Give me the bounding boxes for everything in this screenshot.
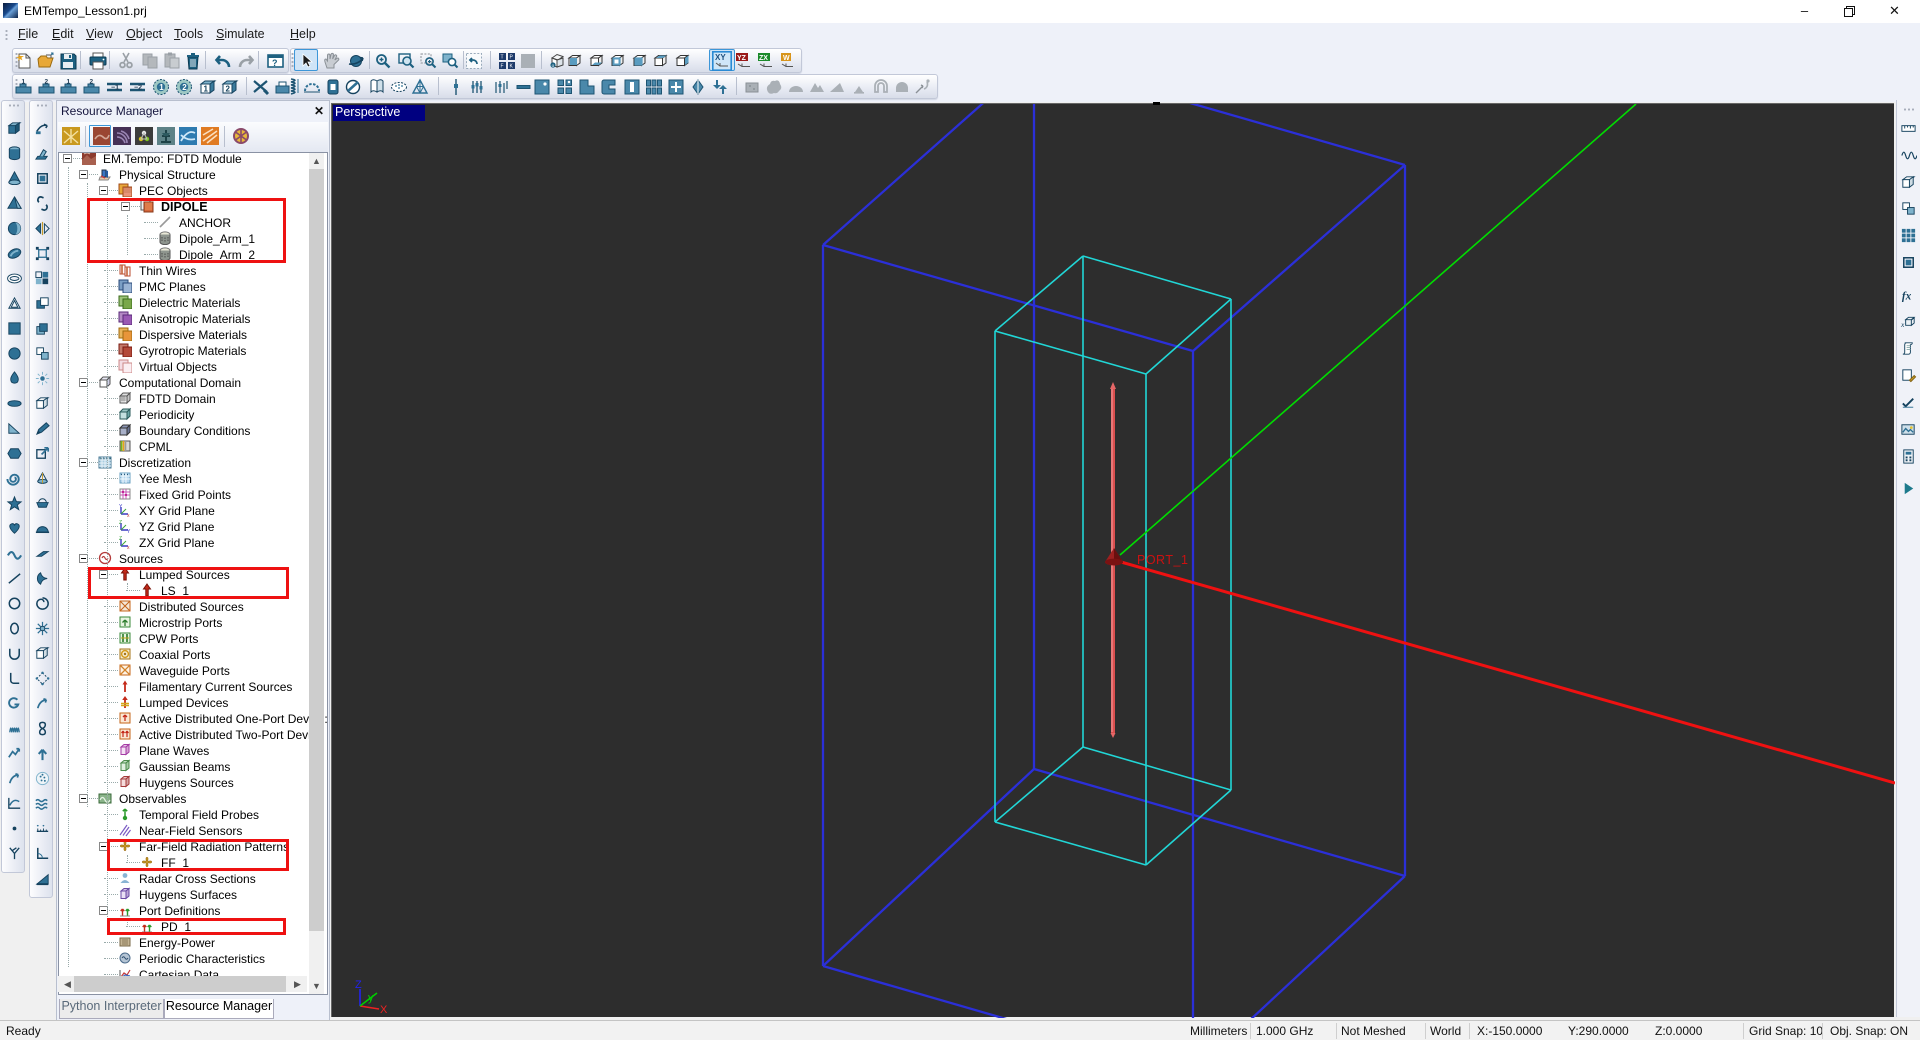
svg-text:1: 1 xyxy=(67,79,71,86)
svg-text:ZX: ZX xyxy=(759,55,768,62)
svg-text:y: y xyxy=(368,992,374,1004)
svg-text:Z: Z xyxy=(119,520,122,526)
svg-text:Z: Z xyxy=(355,979,362,991)
svg-text:XY: XY xyxy=(715,53,726,62)
svg-text:Y: Y xyxy=(127,529,131,533)
svg-text:T: T xyxy=(501,55,504,61)
svg-text:Y: Y xyxy=(119,504,123,510)
svg-text:2: 2 xyxy=(90,79,94,86)
svg-text:W: W xyxy=(783,55,790,62)
svg-text:x: x xyxy=(127,545,130,549)
svg-text:YZ: YZ xyxy=(737,55,747,62)
svg-text:2: 2 xyxy=(226,85,231,94)
svg-text:Z: Z xyxy=(119,536,122,542)
svg-text:2: 2 xyxy=(45,79,49,86)
svg-text:?: ? xyxy=(272,58,278,68)
svg-text:F: F xyxy=(501,64,504,70)
svg-text:PORT_1: PORT_1 xyxy=(1137,553,1188,567)
svg-text:−2: −2 xyxy=(134,85,142,92)
svg-text:1: 1 xyxy=(204,85,209,94)
svg-text:−1: −1 xyxy=(111,85,119,92)
svg-text:x: x xyxy=(127,513,130,517)
svg-text:1: 1 xyxy=(22,79,26,86)
svg-text:1: 1 xyxy=(159,83,164,92)
svg-text:x: x xyxy=(1900,320,1905,329)
svg-text:X: X xyxy=(380,1004,388,1016)
svg-text:2: 2 xyxy=(182,83,187,92)
svg-text:fx: fx xyxy=(1902,290,1912,302)
